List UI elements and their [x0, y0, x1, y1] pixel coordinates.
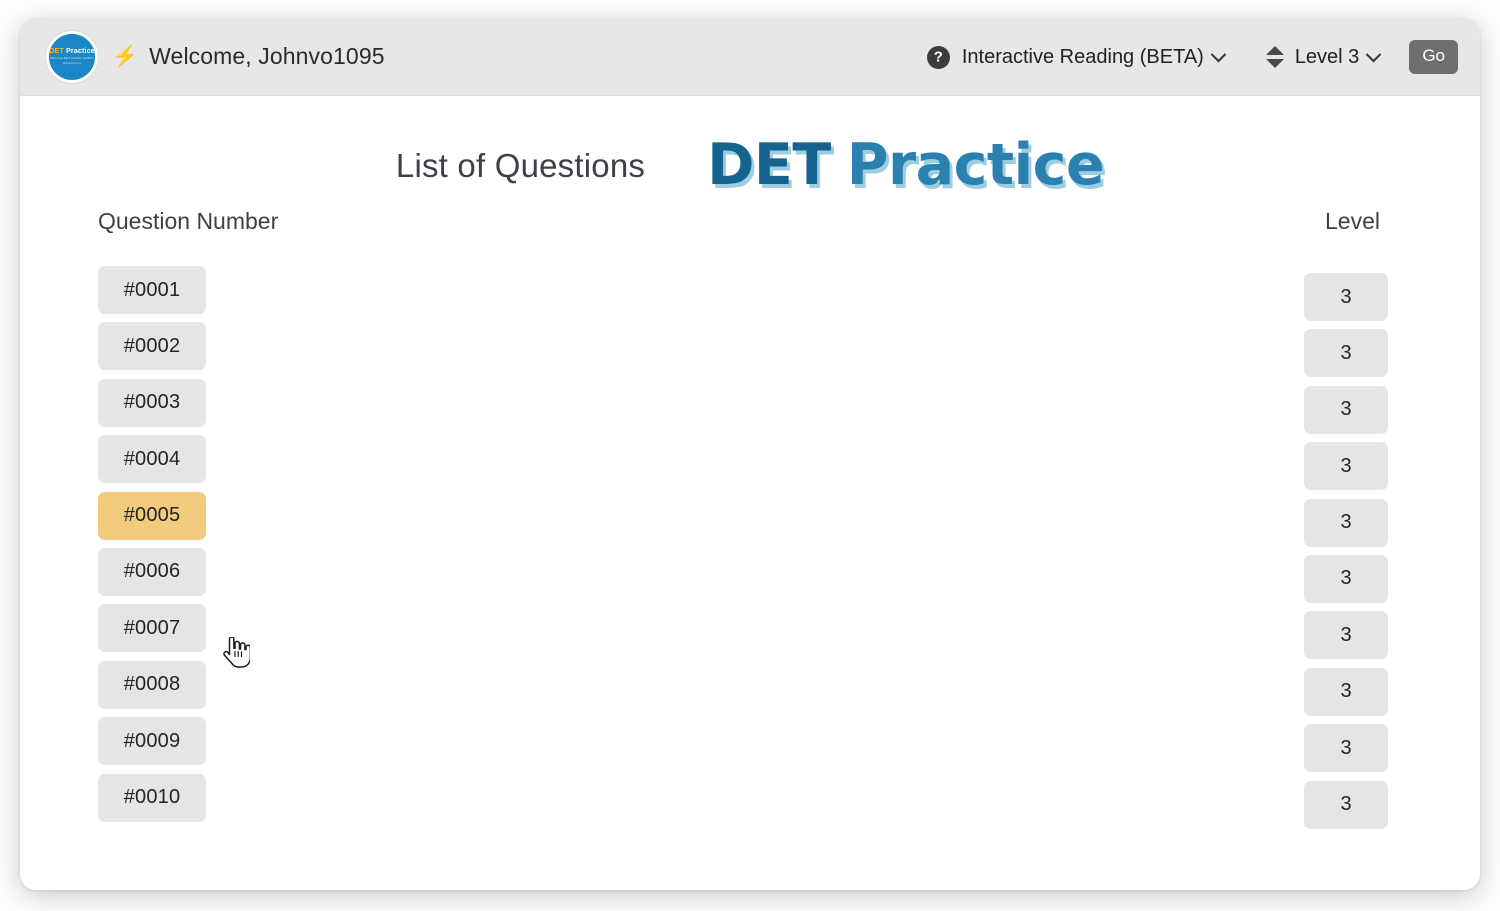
app-header: DET Practice All-in-one DET practice pla…: [20, 18, 1480, 96]
question-number-button[interactable]: #0004: [98, 435, 206, 484]
table-row: #0009 3: [80, 717, 1420, 773]
table-row: #0002 3: [80, 322, 1420, 378]
table-row: #0010 3: [80, 773, 1420, 830]
app-window: DET Practice All-in-one DET practice pla…: [20, 18, 1480, 890]
table-row: #0007 3: [80, 604, 1420, 660]
question-number-button[interactable]: #0007: [98, 604, 206, 653]
question-number-button[interactable]: #0010: [98, 773, 206, 822]
question-number-button[interactable]: #0005: [98, 491, 206, 540]
question-number-button[interactable]: #0006: [98, 547, 206, 596]
logo-title-det: DET: [49, 46, 64, 56]
wordmark-practice: Practice: [846, 132, 1105, 198]
logo-url: detpractice.com: [62, 62, 82, 66]
mode-select[interactable]: Interactive Reading (BETA): [961, 45, 1227, 69]
level-value-button[interactable]: 3: [1304, 385, 1388, 434]
logo-tagline: All-in-one DET practice platform: [50, 56, 94, 61]
page-title: List of Questions: [395, 146, 646, 184]
question-number-button[interactable]: #0001: [98, 266, 206, 314]
question-mark-icon[interactable]: ?: [926, 45, 950, 69]
header-brand-group: DET Practice All-in-one DET practice pla…: [46, 30, 385, 83]
chevron-down-icon: [1366, 46, 1382, 62]
question-number-button[interactable]: #0009: [98, 717, 206, 766]
table-row: #0001 3: [80, 266, 1420, 322]
level-value-button[interactable]: 3: [1304, 611, 1388, 660]
logo-title: DET Practice: [49, 47, 95, 54]
question-number-button[interactable]: #0008: [98, 660, 206, 709]
level-value-button[interactable]: 3: [1304, 780, 1388, 829]
wordmark-det: DET: [707, 132, 831, 198]
question-list: #0001 3 #0002 3 #0003 3 #0004 3 #0005 3 #0006 3 #000…: [80, 266, 1420, 830]
det-practice-logo-icon[interactable]: DET Practice All-in-one DET practice pla…: [46, 30, 98, 83]
level-value-button[interactable]: 3: [1304, 442, 1388, 491]
logo-title-practice: Practice: [66, 46, 95, 56]
level-value-button[interactable]: 3: [1304, 667, 1388, 716]
level-value-button[interactable]: 3: [1304, 498, 1388, 547]
table-row: #0004 3: [80, 435, 1420, 491]
table-row: #0006 3: [80, 547, 1420, 604]
lightning-bolt-icon: ⚡: [112, 45, 139, 68]
chevron-down-icon: [1210, 46, 1227, 62]
level-value-button[interactable]: 3: [1304, 273, 1388, 321]
level-value-button[interactable]: 3: [1304, 554, 1388, 603]
table-row: #0005 3: [80, 491, 1420, 548]
main-content: List of Questions DET Practice Question N…: [20, 96, 1480, 890]
level-select[interactable]: Level 3: [1294, 45, 1382, 69]
page-background: DET Practice All-in-one DET practice pla…: [0, 0, 1500, 911]
header-controls: ? Interactive Reading (BETA) Level 3 Go: [926, 18, 1458, 96]
column-header-question-number: Question Number: [98, 208, 279, 234]
level-select-label: Level 3: [1294, 45, 1360, 68]
mode-select-label: Interactive Reading (BETA): [961, 45, 1204, 68]
welcome-message: Welcome, Johnvo1095: [149, 43, 385, 69]
det-practice-wordmark: DET Practice: [707, 137, 1105, 194]
question-number-button[interactable]: #0003: [98, 378, 206, 427]
question-number-button[interactable]: #0002: [98, 322, 206, 371]
go-button[interactable]: Go: [1409, 40, 1458, 74]
level-value-button[interactable]: 3: [1304, 329, 1388, 378]
level-value-button[interactable]: 3: [1304, 724, 1388, 773]
table-row: #0008 3: [80, 660, 1420, 717]
column-header-level: Level: [1325, 208, 1380, 234]
sort-updown-icon[interactable]: [1265, 46, 1284, 68]
table-row: #0003 3: [80, 378, 1420, 435]
column-headers: Question Number Level: [80, 208, 1420, 260]
title-row: List of Questions DET Practice: [80, 96, 1420, 208]
